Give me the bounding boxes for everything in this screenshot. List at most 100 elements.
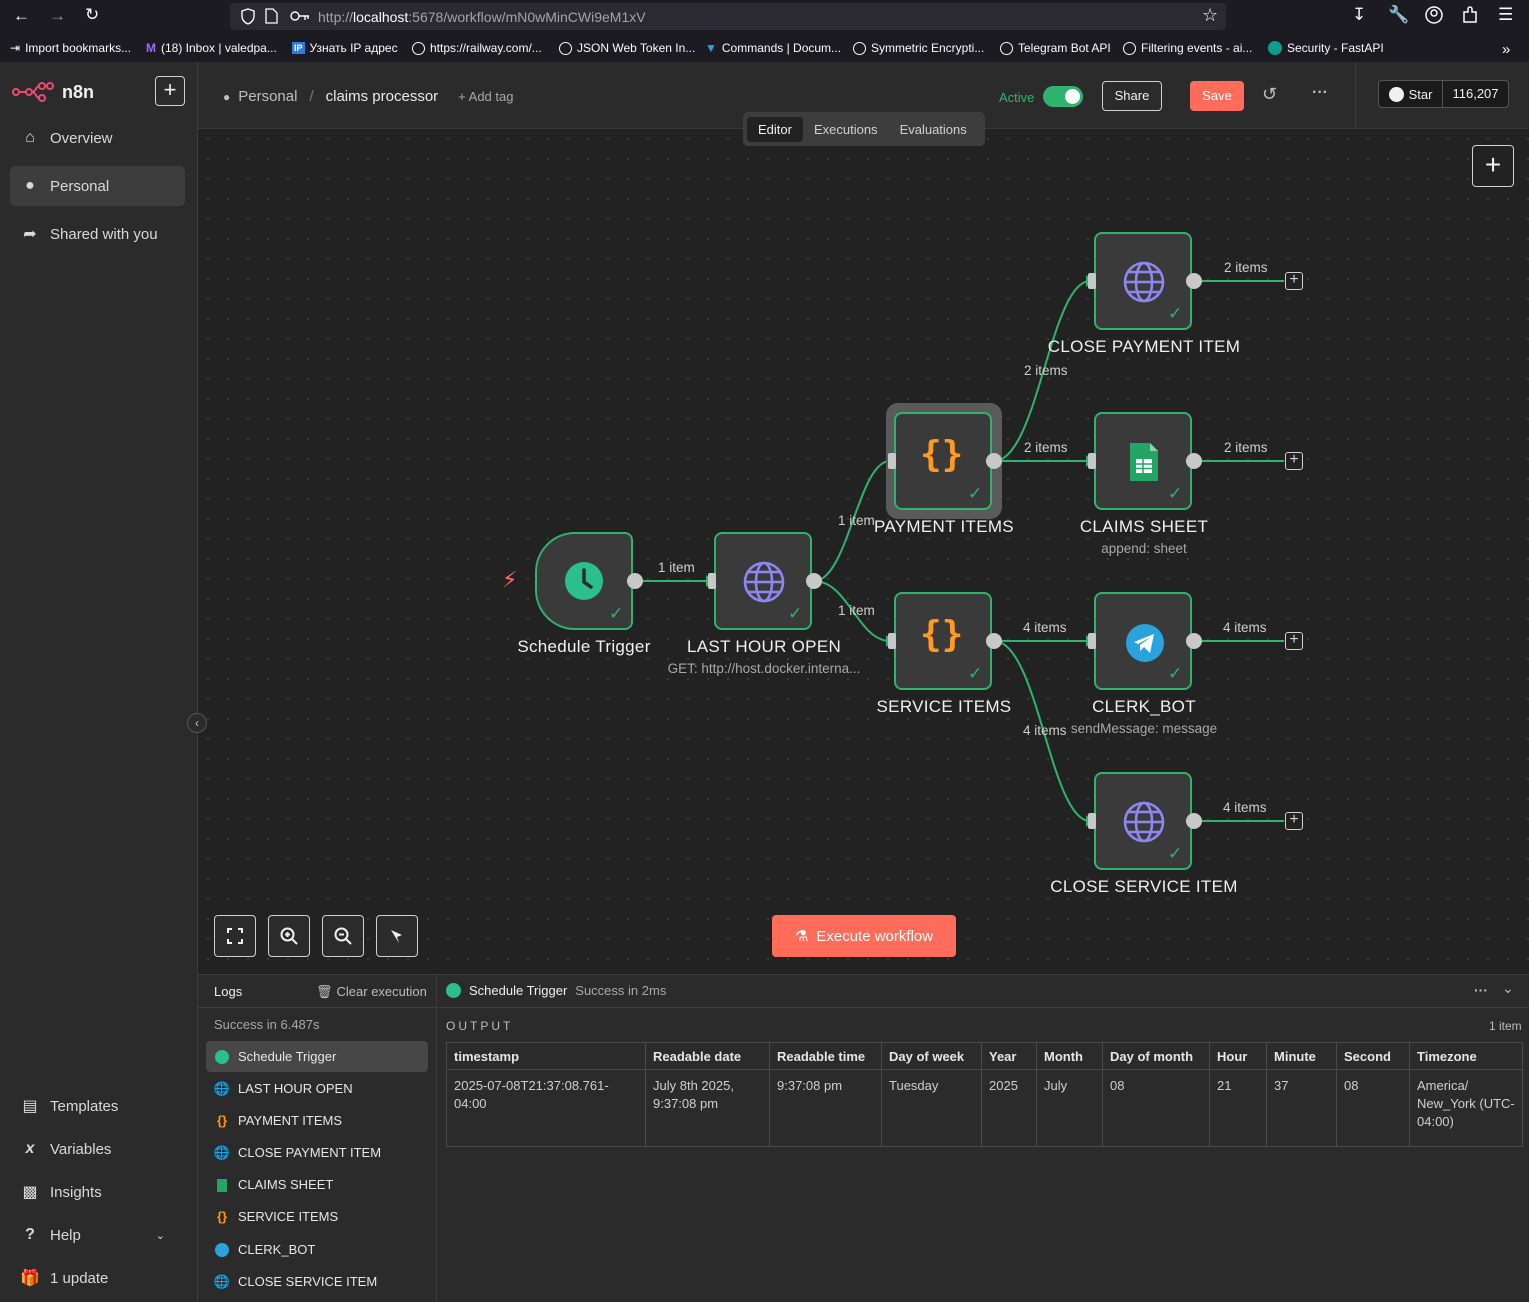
input-handle[interactable]	[1088, 453, 1096, 469]
add-node-panel-button[interactable]: +	[1472, 145, 1514, 187]
workflow-name[interactable]: claims processor	[326, 88, 439, 105]
nav-help[interactable]: ? Help ⌄	[10, 1215, 185, 1255]
log-item[interactable]: 🌐 CLOSE SERVICE ITEM	[206, 1266, 428, 1297]
add-node-button[interactable]: +	[1285, 812, 1303, 830]
column-header[interactable]: Day of week	[881, 1042, 982, 1070]
column-header[interactable]: Day of month	[1102, 1042, 1210, 1070]
account-icon[interactable]	[1425, 6, 1443, 24]
bookmark-item[interactable]: https://railway.com/...	[412, 41, 542, 55]
output-handle[interactable]	[986, 633, 1002, 649]
input-handle[interactable]	[888, 633, 896, 649]
wrench-icon[interactable]: 🔧	[1388, 6, 1409, 23]
bookmark-item[interactable]: ⇥ Import bookmarks...	[10, 41, 131, 55]
nav-variables[interactable]: x Variables	[10, 1129, 185, 1169]
tab-executions[interactable]: Executions	[803, 117, 889, 142]
breadcrumb-owner[interactable]: Personal	[238, 88, 297, 105]
input-handle[interactable]	[1088, 813, 1096, 829]
bookmark-item[interactable]: Symmetric Encrypti...	[853, 41, 984, 55]
bookmark-item[interactable]: Security - FastAPI	[1268, 41, 1384, 55]
column-header[interactable]: Readable time	[769, 1042, 882, 1070]
share-button[interactable]: Share	[1102, 81, 1162, 111]
log-item[interactable]: CLAIMS SHEET	[206, 1169, 428, 1200]
github-star-button[interactable]: Star 116,207	[1378, 80, 1509, 108]
zoom-in-button[interactable]	[268, 915, 310, 957]
more-options-icon[interactable]: ···	[1474, 982, 1488, 998]
column-header[interactable]: Year	[981, 1042, 1037, 1070]
nav-overview[interactable]: ⌂ Overview	[10, 118, 185, 158]
nav-insights[interactable]: ▩ Insights	[10, 1172, 185, 1212]
log-item[interactable]: {} PAYMENT ITEMS	[206, 1105, 428, 1136]
bookmark-item[interactable]: IP Узнать IP адрес	[292, 41, 398, 55]
column-header[interactable]: Second	[1336, 1042, 1410, 1070]
tab-evaluations[interactable]: Evaluations	[889, 117, 978, 142]
node-close-service-item[interactable]: ✓	[1094, 772, 1192, 870]
log-item[interactable]: Schedule Trigger	[206, 1041, 428, 1072]
column-header[interactable]: Month	[1036, 1042, 1103, 1070]
clear-execution-button[interactable]: 🗑 Clear execution	[316, 984, 427, 1000]
column-header[interactable]: Readable date	[645, 1042, 770, 1070]
output-handle[interactable]	[627, 573, 643, 589]
node-claims-sheet[interactable]: ✓	[1094, 412, 1192, 510]
more-options-icon[interactable]: ···	[1312, 84, 1328, 102]
collapse-sidebar-button[interactable]: ‹	[187, 713, 207, 733]
save-button[interactable]: Save	[1190, 81, 1244, 111]
input-handle[interactable]	[888, 453, 896, 469]
log-item[interactable]: CLERK_BOT	[206, 1234, 428, 1265]
create-button[interactable]: +	[155, 76, 185, 106]
nav-templates[interactable]: ▤ Templates	[10, 1086, 185, 1126]
bookmark-item[interactable]: M (18) Inbox | valedpa...	[146, 41, 277, 55]
bookmark-star-icon[interactable]: ☆	[1202, 6, 1218, 24]
forward-arrow-icon[interactable]: →	[49, 7, 66, 24]
node-service-items[interactable]: {} ✓	[894, 592, 992, 690]
node-clerk-bot[interactable]: ✓	[1094, 592, 1192, 690]
nav-update[interactable]: 🎁 1 update	[10, 1258, 185, 1298]
log-item[interactable]: 🌐 CLOSE PAYMENT ITEM	[206, 1137, 428, 1168]
more-bookmarks-icon[interactable]: »	[1502, 41, 1510, 58]
tidy-up-button[interactable]	[376, 915, 418, 957]
output-handle[interactable]	[1186, 453, 1202, 469]
execute-workflow-button[interactable]: ⚗ Execute workflow	[772, 915, 956, 957]
collapse-logs-icon[interactable]: ⌄	[1502, 980, 1514, 997]
add-node-button[interactable]: +	[1285, 272, 1303, 290]
history-icon[interactable]: ↺	[1262, 84, 1277, 105]
tab-editor[interactable]: Editor	[747, 116, 803, 142]
input-handle[interactable]	[708, 573, 716, 589]
column-header[interactable]: Timezone	[1409, 1042, 1523, 1070]
output-handle[interactable]	[1186, 273, 1202, 289]
log-item[interactable]: {} SERVICE ITEMS	[206, 1201, 428, 1232]
log-item[interactable]: 🌐 LAST HOUR OPEN	[206, 1073, 428, 1104]
menu-icon[interactable]: ☰	[1498, 6, 1513, 23]
node-payment-items[interactable]: {} ✓	[894, 412, 992, 510]
node-last-hour-open[interactable]: ✓	[714, 532, 812, 630]
output-handle[interactable]	[986, 453, 1002, 469]
node-schedule-trigger[interactable]: ✓	[535, 532, 633, 630]
output-handle[interactable]	[1186, 813, 1202, 829]
active-toggle[interactable]	[1043, 86, 1083, 107]
nav-personal[interactable]: ● Personal	[10, 166, 185, 206]
add-tag-link[interactable]: + Add tag	[458, 89, 513, 104]
add-node-button[interactable]: +	[1285, 452, 1303, 470]
nav-shared[interactable]: ➦ Shared with you	[10, 214, 185, 254]
column-header[interactable]: Minute	[1266, 1042, 1337, 1070]
zoom-out-button[interactable]	[322, 915, 364, 957]
node-close-payment-item[interactable]: ✓	[1094, 232, 1192, 330]
workflow-canvas[interactable]: 1 item 1 item 1 item 2 items 2 items 4 i…	[198, 129, 1529, 974]
brand-logo[interactable]: n8n	[12, 81, 94, 103]
bookmark-item[interactable]: Telegram Bot API	[1000, 41, 1111, 55]
column-header[interactable]: Hour	[1209, 1042, 1267, 1070]
input-handle[interactable]	[1088, 273, 1096, 289]
input-handle[interactable]	[1088, 633, 1096, 649]
output-handle[interactable]	[1186, 633, 1202, 649]
download-icon[interactable]: ↧	[1352, 6, 1366, 23]
fit-view-button[interactable]	[214, 915, 256, 957]
add-node-button[interactable]: +	[1285, 632, 1303, 650]
output-handle[interactable]	[806, 573, 822, 589]
column-header[interactable]: timestamp	[446, 1042, 646, 1070]
bookmark-item[interactable]: JSON Web Token In...	[559, 41, 695, 55]
url-bar[interactable]: http://localhost:5678/workflow/mN0wMinCW…	[230, 3, 1226, 30]
back-arrow-icon[interactable]: ←	[13, 7, 30, 24]
extensions-icon[interactable]	[1462, 6, 1478, 24]
reload-icon[interactable]: ↻	[85, 6, 99, 23]
bookmark-item[interactable]: Filtering events - ai...	[1123, 41, 1252, 55]
bookmark-item[interactable]: ▼ Commands | Docum...	[705, 41, 841, 55]
